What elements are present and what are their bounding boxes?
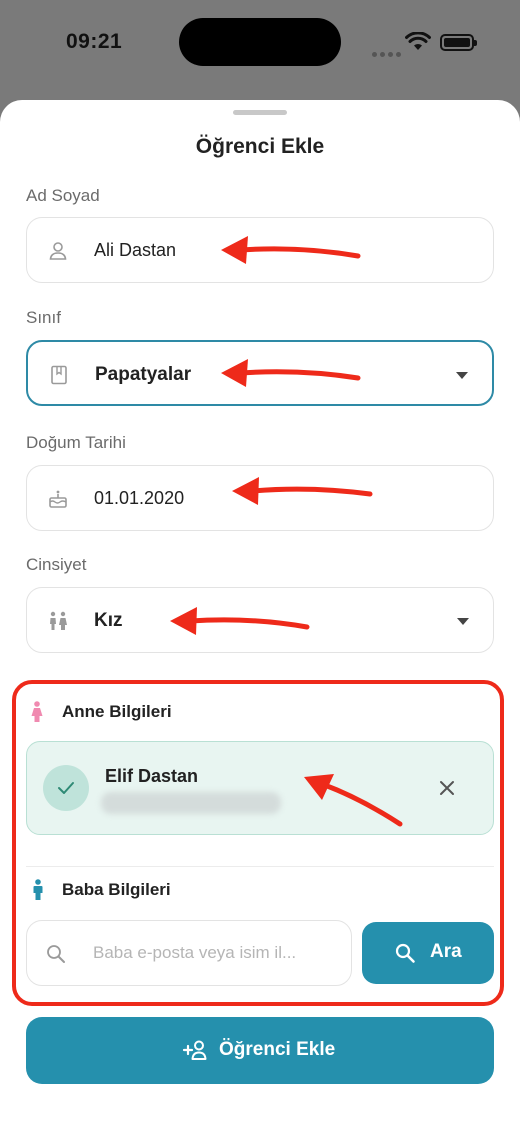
annotation-arrows	[170, 236, 403, 827]
